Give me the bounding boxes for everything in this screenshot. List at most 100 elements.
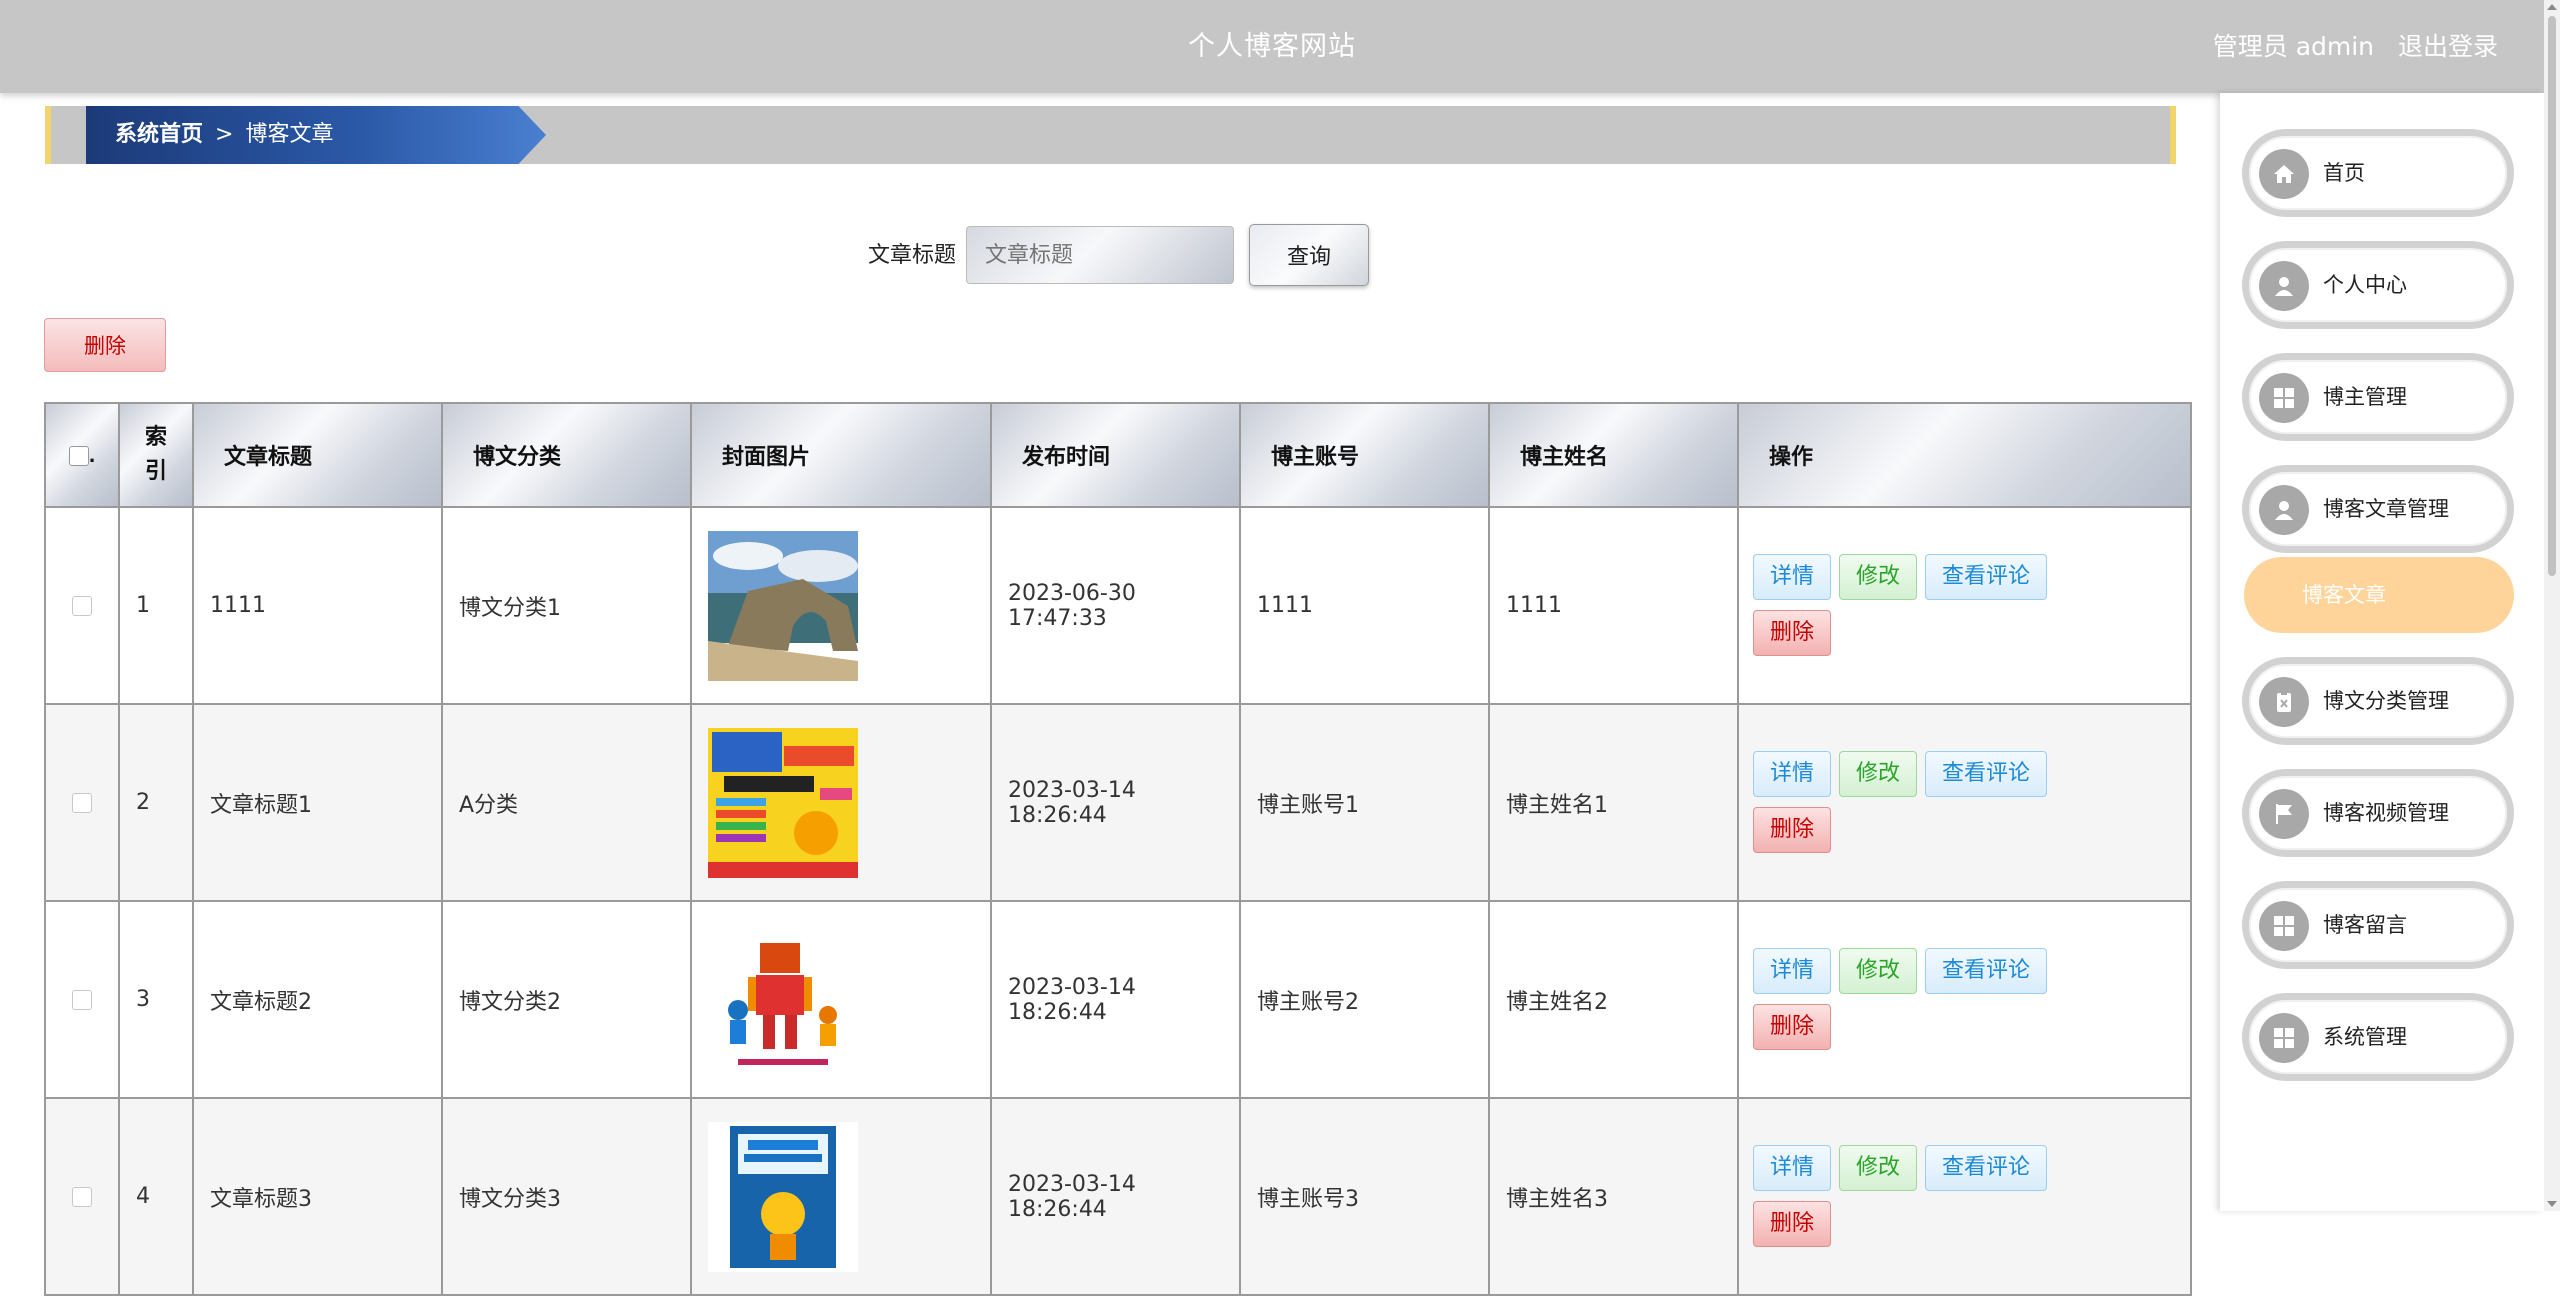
row-index: 3 bbox=[118, 900, 194, 1099]
view-comments-button[interactable]: 查看评论 bbox=[1925, 553, 2048, 600]
top-header: 个人博客网站 管理员 admin 退出登录 bbox=[0, 0, 2544, 93]
row-time: 2023-03-14 18:26:44 bbox=[990, 703, 1241, 902]
table-row: 1 1111 博文分类1 2023-06-30 17:47:33 1111 11… bbox=[44, 506, 2192, 705]
delete-button[interactable]: 删除 bbox=[1753, 806, 1832, 853]
sidebar-item-label: 博文分类管理 bbox=[2323, 689, 2449, 713]
row-category: A分类 bbox=[441, 703, 692, 902]
edit-button[interactable]: 修改 bbox=[1839, 750, 1918, 797]
sidebar-item-guestbook[interactable]: 博客留言 bbox=[2242, 881, 2514, 969]
grid-icon bbox=[2259, 1013, 2309, 1063]
search-button[interactable]: 查询 bbox=[1249, 224, 1369, 286]
table-header-row: . 索 引 文章标题 博文分类 封面图片 发布时间 博主账号 博主姓名 操作 bbox=[44, 402, 2192, 508]
sidebar-item-video-management[interactable]: 博客视频管理 bbox=[2242, 769, 2514, 857]
grid-icon bbox=[2259, 373, 2309, 423]
sidebar-item-label: 博主管理 bbox=[2323, 385, 2407, 409]
select-all-checkbox[interactable] bbox=[68, 445, 89, 466]
edit-button[interactable]: 修改 bbox=[1839, 947, 1918, 994]
row-select-cell[interactable] bbox=[44, 703, 120, 902]
scroll-up-arrow-icon[interactable] bbox=[2547, 4, 2557, 10]
row-actions: 详情 修改 查看评论 删除 bbox=[1737, 506, 2192, 705]
header-time: 发布时间 bbox=[990, 402, 1241, 508]
detail-button[interactable]: 详情 bbox=[1753, 750, 1832, 797]
row-checkbox[interactable] bbox=[72, 596, 92, 616]
cover-image-coastal-arch[interactable] bbox=[708, 530, 858, 681]
person-icon bbox=[2259, 485, 2309, 535]
sidebar-subitem-label: 博客文章 bbox=[2302, 583, 2386, 607]
header-cover: 封面图片 bbox=[690, 402, 992, 508]
header-account: 博主账号 bbox=[1239, 402, 1490, 508]
user-area: 管理员 admin 退出登录 bbox=[2197, 0, 2498, 93]
row-select-cell[interactable] bbox=[44, 1097, 120, 1296]
cover-image-robot-book[interactable] bbox=[708, 924, 858, 1075]
sidebar-menu: 首页 个人中心 博主管理 博客文章管理 博客文章 博文分类管理 博客视频管理 博… bbox=[2220, 93, 2544, 1211]
title-search-input[interactable] bbox=[966, 226, 1234, 284]
view-comments-button[interactable]: 查看评论 bbox=[1925, 750, 2048, 797]
person-icon bbox=[2259, 261, 2309, 311]
row-checkbox[interactable] bbox=[72, 1187, 92, 1207]
row-index: 1 bbox=[118, 506, 194, 705]
row-checkbox[interactable] bbox=[72, 990, 92, 1010]
edit-button[interactable]: 修改 bbox=[1839, 553, 1918, 600]
sidebar-item-category-management[interactable]: 博文分类管理 bbox=[2242, 657, 2514, 745]
row-title: 文章标题2 bbox=[192, 900, 443, 1099]
row-select-cell[interactable] bbox=[44, 900, 120, 1099]
row-account: 博主账号1 bbox=[1239, 703, 1490, 902]
row-index: 2 bbox=[118, 703, 194, 902]
table-row: 2 文章标题1 A分类 2023-03-14 18:26:44 博主账号1 博主… bbox=[44, 703, 2192, 902]
header-select-all[interactable]: . bbox=[44, 402, 120, 508]
sidebar-item-label: 博客留言 bbox=[2323, 913, 2407, 937]
sidebar-item-system-management[interactable]: 系统管理 bbox=[2242, 993, 2514, 1081]
sidebar-item-label: 博客视频管理 bbox=[2323, 801, 2449, 825]
row-index: 4 bbox=[118, 1097, 194, 1296]
home-icon bbox=[2259, 149, 2309, 199]
detail-button[interactable]: 详情 bbox=[1753, 947, 1832, 994]
breadcrumb-home-link[interactable]: 系统首页 bbox=[115, 122, 203, 147]
row-time: 2023-06-30 17:47:33 bbox=[990, 506, 1241, 705]
detail-button[interactable]: 详情 bbox=[1753, 553, 1832, 600]
scroll-down-arrow-icon[interactable] bbox=[2547, 1201, 2557, 1207]
user-label: 管理员 admin bbox=[2212, 32, 2375, 61]
clipboard-icon bbox=[2259, 677, 2309, 727]
row-actions: 详情 修改 查看评论 删除 bbox=[1737, 1097, 2192, 1296]
view-comments-button[interactable]: 查看评论 bbox=[1925, 1144, 2048, 1191]
row-account: 1111 bbox=[1239, 506, 1490, 705]
row-cover bbox=[690, 703, 992, 902]
cover-image-scratch-book[interactable] bbox=[708, 727, 858, 878]
sidebar-subitem-blog-articles[interactable]: 博客文章 bbox=[2244, 557, 2514, 633]
sidebar-item-personal-center[interactable]: 个人中心 bbox=[2242, 241, 2514, 329]
row-cover bbox=[690, 506, 992, 705]
batch-delete-button[interactable]: 删除 bbox=[44, 318, 166, 372]
detail-button[interactable]: 详情 bbox=[1753, 1144, 1832, 1191]
sidebar-item-home[interactable]: 首页 bbox=[2242, 129, 2514, 217]
vertical-scrollbar[interactable] bbox=[2544, 0, 2560, 1211]
breadcrumb-current: 博客文章 bbox=[245, 122, 334, 147]
row-checkbox[interactable] bbox=[72, 793, 92, 813]
row-name: 博主姓名2 bbox=[1488, 900, 1739, 1099]
row-category: 博文分类1 bbox=[441, 506, 692, 705]
delete-button[interactable]: 删除 bbox=[1753, 1200, 1832, 1247]
logout-link[interactable]: 退出登录 bbox=[2398, 32, 2498, 61]
row-name: 博主姓名1 bbox=[1488, 703, 1739, 902]
view-comments-button[interactable]: 查看评论 bbox=[1925, 947, 2048, 994]
delete-button[interactable]: 删除 bbox=[1753, 1003, 1832, 1050]
search-row: 文章标题 查询 bbox=[0, 224, 2190, 288]
breadcrumb-separator: > bbox=[215, 122, 234, 147]
sidebar-item-label: 博客文章管理 bbox=[2323, 497, 2449, 521]
sidebar-item-blogger-management[interactable]: 博主管理 bbox=[2242, 353, 2514, 441]
row-category: 博文分类3 bbox=[441, 1097, 692, 1296]
sidebar-item-label: 个人中心 bbox=[2323, 273, 2407, 297]
header-index: 索 引 bbox=[118, 402, 194, 508]
sidebar-item-label: 系统管理 bbox=[2323, 1025, 2407, 1049]
row-title: 1111 bbox=[192, 506, 443, 705]
delete-button[interactable]: 删除 bbox=[1753, 609, 1832, 656]
scrollbar-thumb[interactable] bbox=[2548, 16, 2556, 576]
row-name: 博主姓名3 bbox=[1488, 1097, 1739, 1296]
header-name: 博主姓名 bbox=[1488, 402, 1739, 508]
grid-icon bbox=[2259, 901, 2309, 951]
row-actions: 详情 修改 查看评论 删除 bbox=[1737, 900, 2192, 1099]
sidebar-item-article-management[interactable]: 博客文章管理 bbox=[2242, 465, 2514, 553]
row-name: 1111 bbox=[1488, 506, 1739, 705]
edit-button[interactable]: 修改 bbox=[1839, 1144, 1918, 1191]
row-select-cell[interactable] bbox=[44, 506, 120, 705]
cover-image-pytorch-book[interactable] bbox=[708, 1121, 858, 1272]
